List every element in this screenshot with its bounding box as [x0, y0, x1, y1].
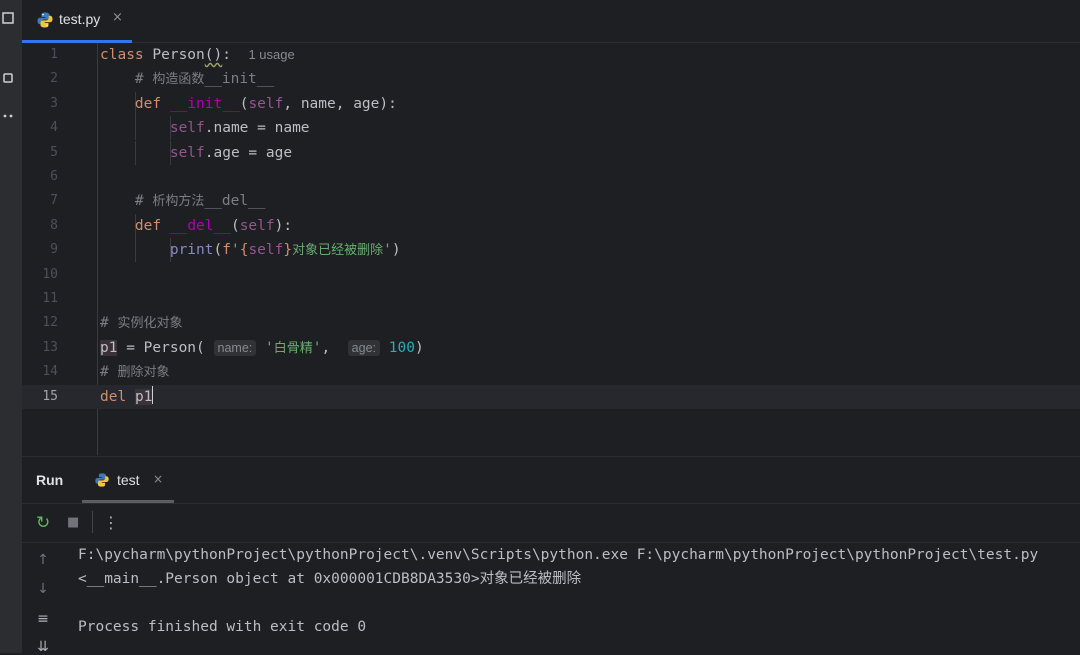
code-line[interactable]: 9 print(f'{self}对象已经被删除') [22, 238, 1080, 263]
close-icon[interactable]: × [153, 472, 163, 486]
run-tab-label: test [117, 472, 140, 488]
code-line[interactable]: 6 [22, 165, 1080, 189]
line-number[interactable]: 5 [22, 141, 58, 165]
code-line[interactable]: 15 del p1 [22, 384, 1080, 409]
code-text: # 析构方法__del__ [134, 193, 266, 210]
code-text: def __init__(self, name, age): [134, 95, 397, 112]
close-icon[interactable]: × [112, 10, 123, 25]
stop-icon[interactable]: ■ [67, 515, 79, 531]
run-tool-window: Run test × ↻ ■ ⋮ ↑ ↓ ≡ ⇊ F:\pycharm\pyth… [22, 456, 1080, 655]
python-file-icon [36, 11, 54, 29]
code-line[interactable]: 3 def __init__(self, name, age): [22, 91, 1080, 116]
scroll-up-icon[interactable]: ↑ [34, 552, 52, 568]
soft-wrap-icon[interactable]: ≡ [34, 611, 52, 627]
line-number[interactable]: 2 [22, 67, 58, 91]
line-number[interactable]: 3 [22, 92, 58, 116]
code-line[interactable]: 11 [22, 287, 1080, 311]
code-line[interactable]: 14 # 删除对象 [22, 360, 1080, 384]
divider [22, 503, 1080, 504]
console-line: <__main__.Person object at 0x000001CDB8D… [78, 567, 581, 591]
structure-icon[interactable] [2, 72, 18, 86]
code-line[interactable]: 4 self.name = name [22, 116, 1080, 141]
line-number[interactable]: 12 [22, 311, 58, 335]
code-line[interactable]: 13 p1 = Person( name: '白骨精', age: 100) [22, 336, 1080, 360]
code-text: self.age = age [169, 144, 293, 161]
editor-tab-bar: test.py × [22, 0, 1080, 43]
line-number[interactable]: 7 [22, 189, 58, 213]
code-text: print(f'{self}对象已经被删除') [169, 242, 401, 259]
code-line[interactable]: 8 def __del__(self): [22, 213, 1080, 238]
line-number[interactable]: 15 [22, 385, 58, 409]
tab-test-py[interactable]: test.py × [22, 0, 132, 43]
line-number[interactable]: 13 [22, 336, 58, 360]
line-number[interactable]: 10 [22, 263, 58, 287]
code-text: def __del__(self): [134, 217, 293, 234]
code-text: # 构造函数__init__ [134, 71, 275, 88]
line-number[interactable]: 11 [22, 287, 58, 311]
run-tab-test[interactable]: test × [82, 457, 174, 503]
line-number[interactable]: 8 [22, 214, 58, 238]
code-line[interactable]: 5 self.age = age [22, 140, 1080, 165]
code-line[interactable]: 10 [22, 263, 1080, 287]
code-line[interactable]: 2 # 构造函数__init__ [22, 67, 1080, 91]
left-tool-strip [0, 0, 23, 653]
code-text: class Person(): 1 usage [100, 47, 295, 63]
line-number[interactable]: 4 [22, 116, 58, 140]
project-view-icon[interactable] [2, 12, 18, 26]
console-object-text: <__main__.Person object at 0x000001CDB8D… [78, 571, 582, 587]
run-panel-title: Run [36, 472, 64, 488]
code-editor[interactable]: 1 class Person(): 1 usage 2 # 构造函数__init__… [22, 43, 1080, 455]
more-tools-icon[interactable] [2, 110, 18, 124]
line-number[interactable]: 14 [22, 360, 58, 384]
line-number[interactable]: 9 [22, 238, 58, 262]
code-text: # 删除对象 [100, 364, 170, 381]
code-line[interactable]: 1 class Person(): 1 usage [22, 43, 1080, 67]
code-line[interactable]: 12 # 实例化对象 [22, 311, 1080, 335]
scroll-down-icon[interactable]: ↓ [34, 581, 52, 597]
more-options-icon[interactable]: ⋮ [103, 515, 119, 531]
code-text: del p1 [100, 385, 154, 409]
console-line: F:\pycharm\pythonProject\pythonProject\.… [78, 547, 1039, 563]
python-run-icon [94, 472, 110, 488]
toolbar-separator [92, 511, 93, 533]
line-number[interactable]: 6 [22, 165, 58, 189]
code-text: p1 = Person( name: '白骨精', age: 100) [100, 339, 424, 356]
line-number[interactable]: 1 [22, 43, 58, 67]
code-line[interactable]: 7 # 析构方法__del__ [22, 189, 1080, 213]
code-text: # 实例化对象 [100, 315, 183, 332]
rerun-icon[interactable]: ↻ [36, 515, 50, 532]
tab-label: test.py [59, 11, 101, 27]
code-text: self.name = name [169, 120, 310, 137]
console-line: Process finished with exit code 0 [78, 619, 367, 635]
